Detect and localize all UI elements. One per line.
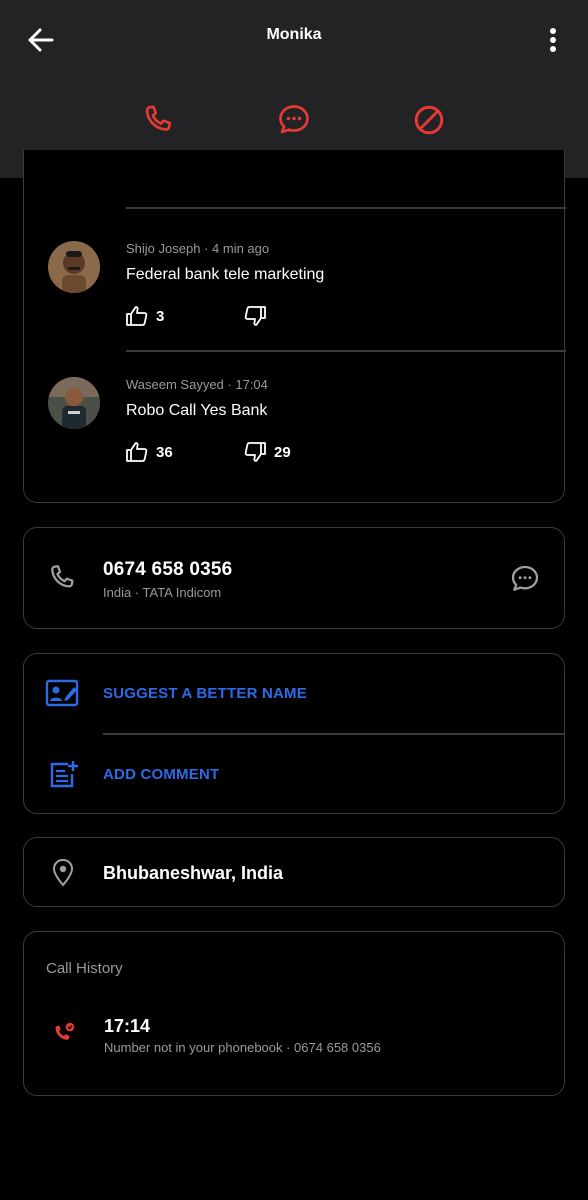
- block-icon: [414, 105, 444, 135]
- comment-author: Waseem Sayyed: [126, 377, 224, 392]
- like-button[interactable]: 3: [126, 306, 164, 326]
- call-detail: Number not in your phonebook · 0674 658 …: [104, 1040, 381, 1055]
- comment-meta: Shijo Joseph · 4 min ago: [126, 241, 269, 256]
- location-card: Bhubaneshwar, India: [23, 837, 565, 907]
- like-count: 3: [156, 307, 165, 325]
- actions-card: SUGGEST A BETTER NAME ADD COMMENT: [23, 653, 565, 814]
- thumbs-up-icon: [126, 306, 148, 326]
- comment-text: Federal bank tele marketing: [126, 266, 325, 283]
- dislike-button[interactable]: 29: [244, 442, 291, 462]
- meta-separator: ·: [204, 241, 213, 256]
- thumbs-down-icon: [244, 306, 266, 326]
- comment-divider: [126, 207, 566, 209]
- call-history-item[interactable]: 17:14 Number not in your phonebook · 067…: [24, 1002, 564, 1072]
- location-pin-icon: [51, 858, 75, 893]
- block-button[interactable]: [411, 102, 447, 138]
- thumbs-up-icon: [126, 442, 148, 462]
- comment-time: 4 min ago: [212, 241, 270, 256]
- more-vertical-icon[interactable]: [542, 26, 564, 54]
- phone-number: 0674 658 0356: [103, 559, 233, 580]
- phone-icon: [46, 562, 78, 599]
- add-comment-label: ADD COMMENT: [103, 766, 220, 783]
- suggest-name-label: SUGGEST A BETTER NAME: [103, 685, 307, 702]
- avatar: [48, 377, 100, 429]
- like-count: 36: [156, 443, 173, 461]
- comment-meta: Waseem Sayyed · 17:04: [126, 377, 268, 392]
- suggest-name-button[interactable]: SUGGEST A BETTER NAME: [24, 654, 564, 733]
- dislike-button[interactable]: [244, 306, 274, 326]
- phone-number-card[interactable]: 0674 658 0356 India · TATA Indicom: [23, 527, 565, 629]
- dislike-count: 29: [274, 443, 291, 461]
- edit-name-icon: [45, 678, 79, 713]
- thumbs-down-icon: [244, 442, 266, 462]
- comment-author: Shijo Joseph: [126, 241, 201, 256]
- message-icon[interactable]: [509, 563, 541, 600]
- comment-time: 17:04: [235, 377, 268, 392]
- call-history-title: Call History: [46, 960, 123, 977]
- call-button[interactable]: [140, 102, 176, 138]
- comment-text: Robo Call Yes Bank: [126, 402, 268, 419]
- comments-card: Shijo Joseph · 4 min ago Federal bank te…: [23, 150, 566, 503]
- add-comment-button[interactable]: ADD COMMENT: [24, 735, 564, 813]
- contact-name-title: Monika: [266, 26, 322, 43]
- comment-divider: [126, 350, 566, 352]
- add-comment-icon: [49, 759, 79, 794]
- phone-icon: [145, 105, 172, 131]
- avatar: [48, 241, 100, 293]
- like-button[interactable]: 36: [126, 442, 173, 462]
- message-button[interactable]: [276, 102, 312, 138]
- carrier-info: India · TATA Indicom: [103, 585, 222, 600]
- location-text: Bhubaneshwar, India: [103, 863, 284, 883]
- message-icon: [279, 105, 309, 134]
- missed-call-icon: [51, 1020, 77, 1051]
- call-time: 17:14: [104, 1016, 151, 1036]
- call-history-card: Call History 17:14 Number not in your ph…: [23, 931, 565, 1096]
